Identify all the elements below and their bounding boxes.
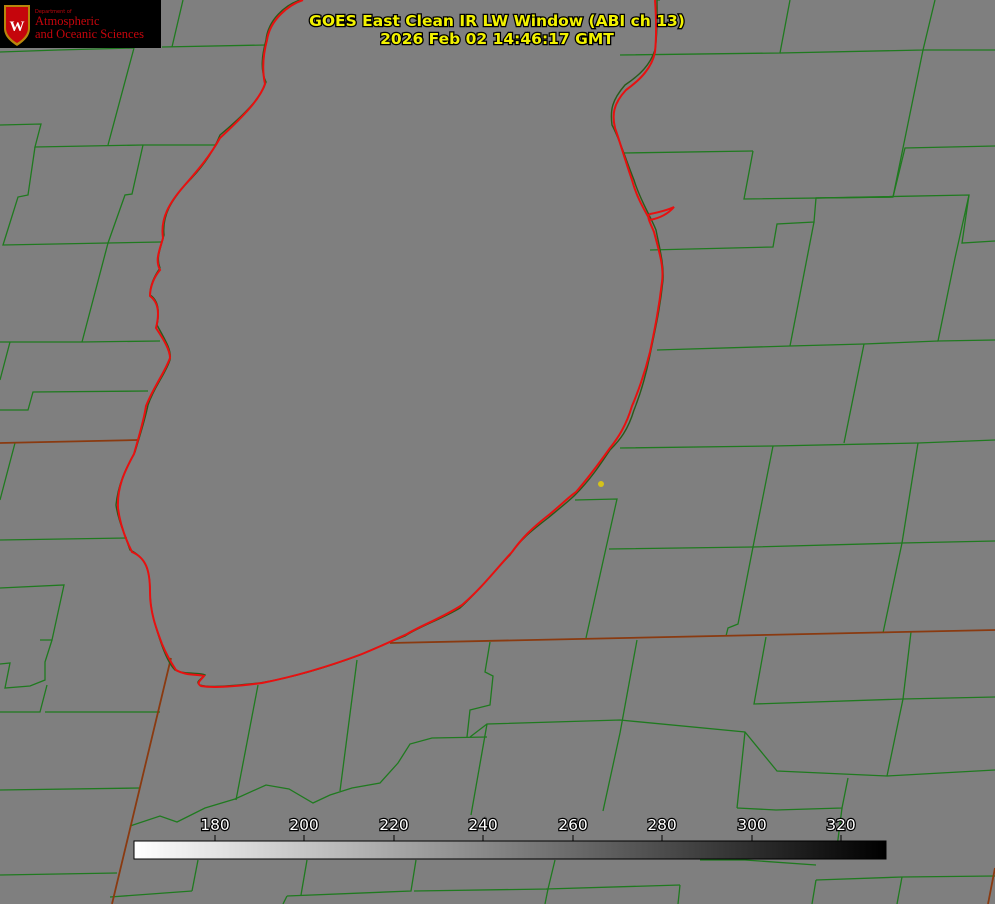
satellite-map: GOES East Clean IR LW Window (ABI ch 13)…: [0, 0, 995, 904]
ir-image-background: [0, 0, 995, 904]
colorbar-tick-label: 220: [379, 816, 409, 834]
svg-text:W: W: [10, 19, 25, 35]
colorbar-tick-label: 240: [468, 816, 498, 834]
map-title-line2: 2026 Feb 02 14:46:17 GMT: [380, 30, 614, 48]
colorbar-tick-label: 200: [289, 816, 319, 834]
colorbar-tick-label: 320: [826, 816, 856, 834]
colorbar-tick-label: 280: [647, 816, 677, 834]
aos-logo: W Department of Atmospheric and Oceanic …: [0, 0, 161, 48]
location-marker-dot: [598, 481, 604, 487]
colorbar-tick-label: 180: [200, 816, 230, 834]
map-title-line1: GOES East Clean IR LW Window (ABI ch 13): [309, 12, 685, 30]
colorbar-tick-label: 260: [558, 816, 588, 834]
colorbar-gradient: [133, 840, 887, 860]
colorbar-tick-label: 300: [737, 816, 767, 834]
logo-name-line2: and Oceanic Sciences: [35, 27, 144, 41]
uw-crest-icon: W: [4, 5, 30, 46]
